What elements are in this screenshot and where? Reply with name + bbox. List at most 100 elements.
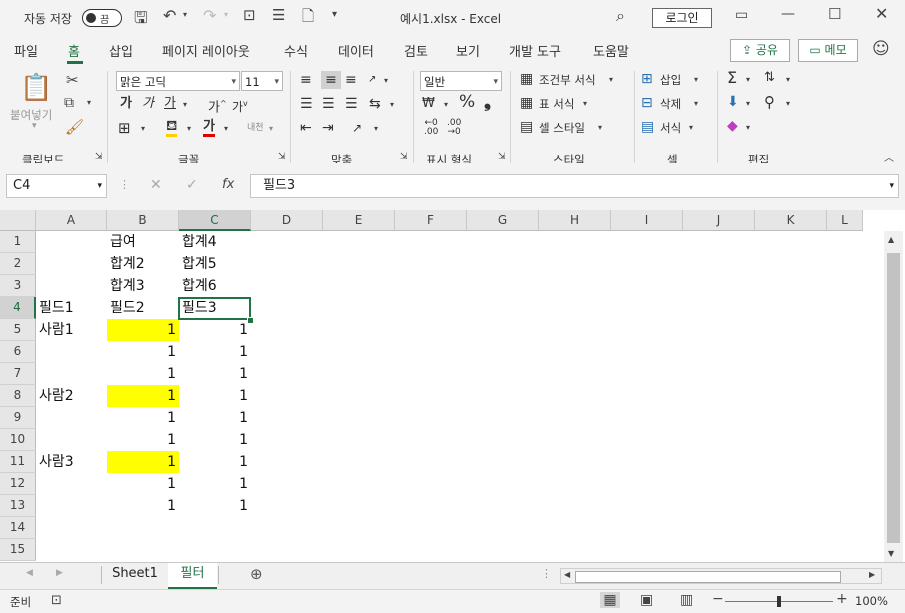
cell-c10[interactable]: 1 bbox=[179, 429, 251, 451]
column-header-l[interactable]: L bbox=[827, 210, 863, 231]
chevron-down-icon[interactable]: ▾ bbox=[746, 99, 750, 108]
comma-icon[interactable]: ❟ bbox=[484, 93, 491, 111]
maximize-icon[interactable]: ☐ bbox=[828, 5, 841, 23]
orientation-dropdown-icon[interactable]: ▾ bbox=[384, 76, 388, 85]
next-sheet-icon[interactable]: ▶ bbox=[56, 568, 63, 578]
name-box[interactable]: C4 ▾ bbox=[6, 174, 107, 198]
page-layout-view-icon[interactable]: ▣ bbox=[640, 592, 653, 608]
column-header-k[interactable]: K bbox=[755, 210, 827, 231]
column-header-c[interactable]: C bbox=[179, 210, 251, 231]
vertical-scrollbar[interactable]: ▲ ▼ bbox=[884, 231, 903, 562]
insert-cells-icon[interactable]: ⊞ bbox=[641, 70, 653, 88]
cell-c13[interactable]: 1 bbox=[179, 495, 251, 517]
copy-icon[interactable]: ⧉ bbox=[64, 95, 74, 111]
scroll-left-icon[interactable]: ◀ bbox=[564, 570, 570, 579]
phonetic-icon[interactable]: 내천 bbox=[247, 119, 264, 137]
select-all-corner[interactable] bbox=[0, 210, 36, 231]
collapse-ribbon-icon[interactable]: ︿ bbox=[884, 149, 894, 164]
add-sheet-icon[interactable]: ⊕ bbox=[250, 565, 263, 583]
increase-font-icon[interactable]: 가^ bbox=[208, 95, 227, 117]
cell-b7[interactable]: 1 bbox=[107, 363, 179, 385]
delete-cells-label[interactable]: 삭제 bbox=[660, 96, 681, 112]
formula-input[interactable]: 필드3 ▾ bbox=[250, 174, 899, 198]
row-header-8[interactable]: 8 bbox=[0, 385, 36, 407]
underline-icon[interactable]: 가 bbox=[164, 95, 176, 113]
number-format-select[interactable]: 일반 ▾ bbox=[420, 71, 502, 91]
row-header-10[interactable]: 10 bbox=[0, 429, 36, 451]
increase-indent-icon[interactable]: ⇥ bbox=[322, 119, 334, 137]
wrap-text-icon[interactable]: ⇆ bbox=[369, 95, 381, 113]
sort-filter-icon[interactable]: ⇅ bbox=[764, 69, 775, 87]
scroll-down-icon[interactable]: ▼ bbox=[888, 549, 894, 558]
fill-dropdown-icon[interactable]: ▾ bbox=[187, 124, 191, 133]
minimize-icon[interactable]: — bbox=[781, 6, 795, 22]
undo-icon[interactable]: ↶ bbox=[163, 6, 176, 25]
autosave-toggle[interactable]: 끔 bbox=[82, 9, 122, 27]
page-break-view-icon[interactable]: ▥ bbox=[680, 592, 693, 608]
cell-b10[interactable]: 1 bbox=[107, 429, 179, 451]
tab-data[interactable]: 데이터 bbox=[338, 41, 374, 60]
cell-c9[interactable]: 1 bbox=[179, 407, 251, 429]
new-icon[interactable]: ⊡ bbox=[243, 6, 256, 24]
search-icon[interactable]: ⌕ bbox=[616, 6, 625, 26]
row-header-6[interactable]: 6 bbox=[0, 341, 36, 363]
tab-formulas[interactable]: 수식 bbox=[284, 41, 308, 60]
cell-b4[interactable]: 필드2 bbox=[107, 297, 179, 319]
chevron-down-icon[interactable]: ▾ bbox=[746, 75, 750, 84]
paste-dropdown-icon[interactable]: ▾ bbox=[32, 121, 37, 131]
row-header-1[interactable]: 1 bbox=[0, 231, 36, 253]
text-direction-dropdown-icon[interactable]: ▾ bbox=[374, 124, 378, 133]
italic-icon[interactable]: 가 bbox=[142, 95, 154, 113]
font-color-icon[interactable]: 가 bbox=[203, 119, 215, 137]
merge-dropdown-icon[interactable]: ▾ bbox=[390, 100, 394, 109]
cell-b12[interactable]: 1 bbox=[107, 473, 179, 495]
chevron-down-icon[interactable]: ▾ bbox=[598, 123, 602, 132]
column-header-e[interactable]: E bbox=[323, 210, 395, 231]
cell-b13[interactable]: 1 bbox=[107, 495, 179, 517]
cell-a11[interactable]: 사람3 bbox=[36, 451, 107, 473]
tab-help[interactable]: 도움말 bbox=[593, 41, 629, 60]
chevron-down-icon[interactable]: ▾ bbox=[786, 99, 790, 108]
font-name-select[interactable]: 맑은 고딕 ▾ bbox=[116, 71, 240, 91]
cell-c11[interactable]: 1 bbox=[179, 451, 251, 473]
scroll-up-icon[interactable]: ▲ bbox=[888, 235, 894, 244]
close-icon[interactable]: ✕ bbox=[875, 4, 888, 23]
align-right-icon[interactable]: ☰ bbox=[345, 95, 358, 113]
row-header-12[interactable]: 12 bbox=[0, 473, 36, 495]
tab-file[interactable]: 파일 bbox=[14, 41, 38, 60]
cell-c1[interactable]: 합계4 bbox=[179, 231, 251, 253]
tab-view[interactable]: 보기 bbox=[456, 41, 480, 60]
tab-insert[interactable]: 삽입 bbox=[109, 41, 133, 60]
insert-function-icon[interactable]: fx bbox=[222, 177, 234, 192]
align-center-icon[interactable]: ☰ bbox=[322, 95, 335, 113]
column-header-f[interactable]: F bbox=[395, 210, 467, 231]
cell-b6[interactable]: 1 bbox=[107, 341, 179, 363]
column-header-g[interactable]: G bbox=[467, 210, 539, 231]
zoom-out-icon[interactable]: − bbox=[712, 591, 724, 607]
format-cells-label[interactable]: 서식 bbox=[660, 120, 681, 136]
document-icon[interactable]: 🗋 bbox=[302, 6, 314, 31]
prev-sheet-icon[interactable]: ◀ bbox=[26, 568, 33, 578]
cell-c8[interactable]: 1 bbox=[179, 385, 251, 407]
undo-dropdown-icon[interactable]: ▾ bbox=[183, 10, 187, 19]
tab-review[interactable]: 검토 bbox=[404, 41, 428, 60]
decrease-indent-icon[interactable]: ⇤ bbox=[300, 119, 312, 137]
accessibility-icon[interactable]: ⊡ bbox=[51, 593, 62, 608]
spreadsheet-grid[interactable]: ABCDEFGHIJKL 1 2 3 4 5 6 7 8 9 10 11 12 13 14 15 급여 합계4… bbox=[0, 210, 905, 562]
orientation-icon[interactable]: ↗ bbox=[368, 71, 376, 89]
align-left-icon[interactable]: ☰ bbox=[300, 95, 313, 113]
decrease-font-icon[interactable]: 가v bbox=[232, 95, 248, 116]
chevron-down-icon[interactable]: ▾ bbox=[609, 75, 613, 84]
cell-b11[interactable]: 1 bbox=[107, 451, 179, 473]
tab-developer[interactable]: 개발 도구 bbox=[509, 41, 561, 60]
enter-icon[interactable]: ✓ bbox=[186, 177, 198, 193]
chevron-down-icon[interactable]: ▾ bbox=[689, 123, 693, 132]
column-header-d[interactable]: D bbox=[251, 210, 323, 231]
dialog-launcher-icon[interactable]: ⇲ bbox=[498, 152, 506, 162]
column-header-a[interactable]: A bbox=[36, 210, 107, 231]
align-top-icon[interactable]: ≡ bbox=[300, 71, 312, 89]
row-header-14[interactable]: 14 bbox=[0, 517, 36, 539]
tab-page-layout[interactable]: 페이지 레이아웃 bbox=[162, 41, 250, 60]
column-header-h[interactable]: H bbox=[539, 210, 611, 231]
cell-c7[interactable]: 1 bbox=[179, 363, 251, 385]
